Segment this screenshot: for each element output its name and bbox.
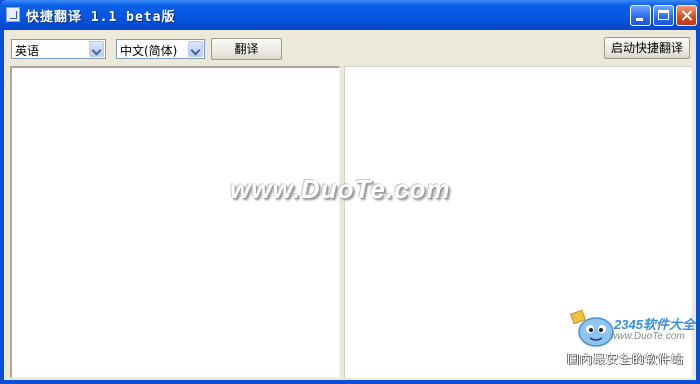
- app-icon[interactable]: [6, 7, 20, 22]
- source-language-select[interactable]: 英语: [11, 39, 106, 59]
- target-language-value: 中文(简体): [120, 44, 178, 58]
- translate-button[interactable]: 翻译: [211, 38, 282, 60]
- target-language-select[interactable]: 中文(简体): [116, 39, 205, 59]
- source-text-area[interactable]: [10, 66, 340, 378]
- logo-url: www.DuoTe.com: [610, 331, 685, 342]
- minimize-button[interactable]: [630, 5, 651, 26]
- quick-translate-button[interactable]: 启动快捷翻译: [604, 37, 690, 59]
- maximize-button[interactable]: [653, 5, 674, 26]
- minimize-icon: [636, 18, 643, 21]
- window-title: 快捷翻译 1.1 beta版: [26, 10, 176, 25]
- chevron-down-icon[interactable]: [188, 41, 203, 57]
- close-icon: [677, 6, 696, 25]
- chevron-down-icon[interactable]: [89, 41, 104, 57]
- site-watermark: www.DuoTe.com: [230, 174, 451, 204]
- close-button[interactable]: [676, 5, 697, 26]
- app-window: 快捷翻译 1.1 beta版 英语 中文(简体) 翻译 启动快捷翻译 www.D…: [0, 0, 700, 384]
- maximize-icon: [658, 10, 669, 20]
- toolbar: 英语 中文(简体) 翻译 启动快捷翻译: [4, 30, 696, 64]
- source-language-value: 英语: [15, 44, 40, 58]
- title-bar[interactable]: 快捷翻译 1.1 beta版: [0, 0, 700, 30]
- logo-slogan: 国内最安全的软件站: [567, 352, 685, 366]
